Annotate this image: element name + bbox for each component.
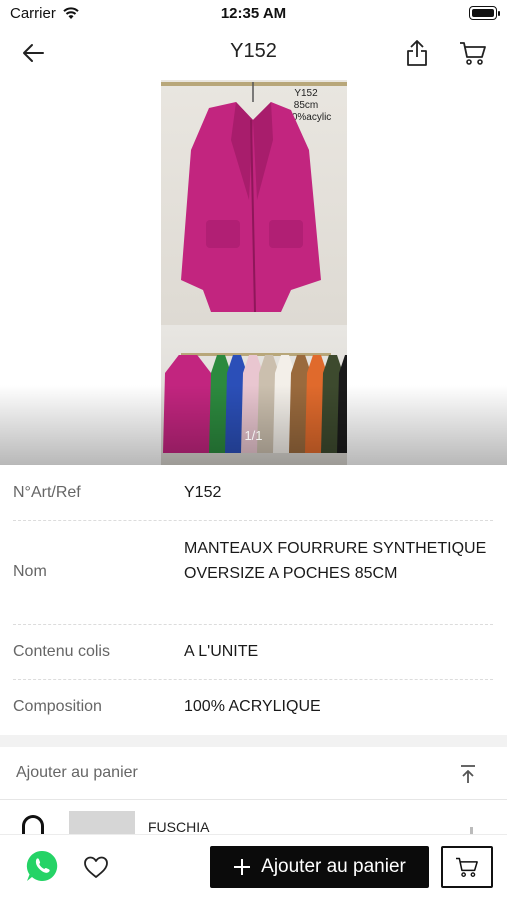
share-button[interactable]: [400, 36, 434, 70]
battery-icon: [469, 6, 500, 20]
product-image-gallery[interactable]: Y152 85cm 100%acylic 1/1: [0, 80, 507, 465]
detail-value: Y152: [184, 484, 222, 501]
arrow-up-to-line-icon: [461, 765, 475, 783]
detail-row-composition: Composition 100% ACRYLIQUE: [13, 680, 493, 735]
cart-icon: [460, 42, 486, 65]
cart-icon: [456, 857, 478, 877]
share-icon: [407, 40, 427, 66]
image-pager: 1/1: [244, 428, 263, 443]
detail-value: A L'UNITE: [184, 643, 259, 660]
product-photo-main: Y152 85cm 100%acylic: [161, 80, 347, 325]
status-time: 12:35 AM: [220, 5, 287, 22]
whatsapp-icon: [26, 850, 58, 881]
cart-section-title: Ajouter au panier: [16, 764, 138, 781]
nav-cart-button[interactable]: [456, 36, 490, 70]
detail-label: N°Art/Ref: [13, 484, 81, 501]
add-to-cart-button[interactable]: Ajouter au panier: [210, 846, 429, 888]
detail-row-ref: N°Art/Ref Y152: [13, 465, 493, 521]
detail-row-name: Nom MANTEAUX FOURRURE SYNTHETIQUE OVERSI…: [13, 521, 493, 625]
detail-label: Nom: [13, 563, 47, 580]
bottom-action-bar: Ajouter au panier: [0, 835, 507, 900]
collapse-button[interactable]: [457, 763, 479, 785]
detail-label: Contenu colis: [13, 643, 110, 660]
cart-section-header: Ajouter au panier: [0, 747, 507, 800]
variant-name: FUSCHIA: [148, 819, 210, 835]
variant-row[interactable]: FUSCHIA: [0, 800, 507, 840]
whatsapp-button[interactable]: [24, 848, 60, 884]
plus-icon: [234, 859, 251, 875]
heart-icon: [84, 856, 108, 878]
add-to-cart-label: Ajouter au panier: [261, 856, 406, 877]
nav-bar: Y152: [0, 28, 507, 78]
detail-value: MANTEAUX FOURRURE SYNTHETIQUE OVERSIZE A…: [184, 540, 487, 582]
status-bar: Carrier 12:35 AM: [0, 0, 507, 28]
view-cart-button[interactable]: [441, 846, 493, 888]
favorite-button[interactable]: [82, 853, 110, 881]
section-divider: [0, 735, 507, 747]
product-details: N°Art/Ref Y152 Nom MANTEAUX FOURRURE SYN…: [0, 465, 507, 735]
detail-label: Composition: [13, 698, 102, 715]
detail-row-package: Contenu colis A L'UNITE: [13, 625, 493, 680]
detail-value: 100% ACRYLIQUE: [184, 698, 321, 715]
